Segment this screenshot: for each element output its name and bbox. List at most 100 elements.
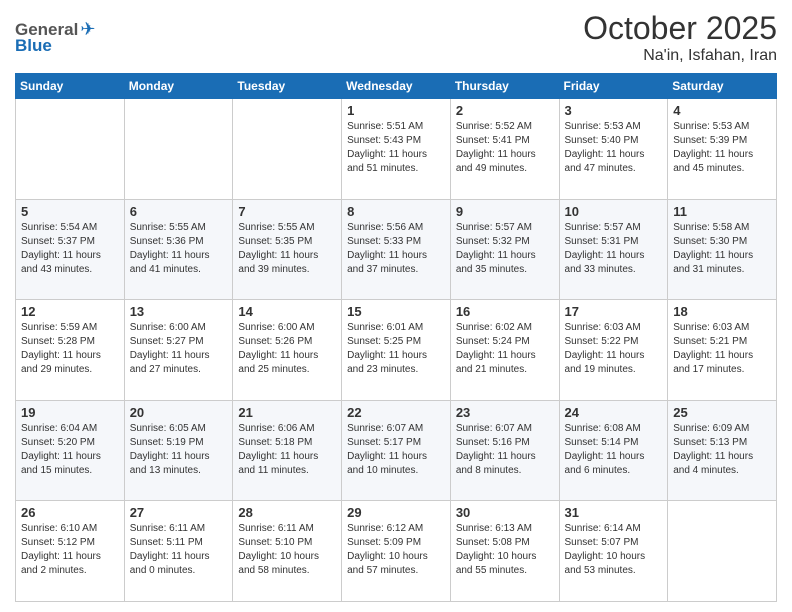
day-number: 21 [238, 405, 336, 420]
day-info: Sunrise: 5:54 AM Sunset: 5:37 PM Dayligh… [21, 221, 119, 277]
day-info: Sunrise: 6:07 AM Sunset: 5:17 PM Dayligh… [347, 422, 445, 478]
day-number: 30 [456, 505, 554, 520]
day-info: Sunrise: 5:53 AM Sunset: 5:40 PM Dayligh… [565, 120, 663, 176]
calendar-cell: 31 Sunrise: 6:14 AM Sunset: 5:07 PM Dayli… [559, 501, 668, 602]
day-number: 12 [21, 304, 119, 319]
day-number: 18 [673, 304, 771, 319]
calendar-day-header: Friday [559, 74, 668, 99]
calendar-cell: 16Sunrise: 6:02 AM Sunset: 5:24 PM Dayli… [450, 300, 559, 401]
logo: General ✈ Blue [15, 19, 95, 56]
calendar-day-header: Saturday [668, 74, 777, 99]
day-number: 14 [238, 304, 336, 319]
calendar-cell: 17Sunrise: 6:03 AM Sunset: 5:22 PM Dayli… [559, 300, 668, 401]
day-info: Sunrise: 5:58 AM Sunset: 5:30 PM Dayligh… [673, 221, 771, 277]
calendar-cell: 21 Sunrise: 6:06 AM Sunset: 5:18 PM Dayli… [233, 400, 342, 501]
day-info: Sunrise: 6:05 AM Sunset: 5:19 PM Dayligh… [130, 422, 228, 478]
day-number: 25 [673, 405, 771, 420]
day-info: Sunrise: 6:00 AM Sunset: 5:26 PM Dayligh… [238, 321, 336, 377]
day-number: 11 [673, 204, 771, 219]
day-info: Sunrise: 5:57 AM Sunset: 5:32 PM Dayligh… [456, 221, 554, 277]
calendar-cell: 12 Sunrise: 5:59 AM Sunset: 5:28 PM Dayli… [16, 300, 125, 401]
page-header: General ✈ Blue October 2025 Na'in, Isfah… [15, 10, 777, 65]
day-info: Sunrise: 5:55 AM Sunset: 5:35 PM Dayligh… [238, 221, 336, 277]
day-number: 2 [456, 103, 554, 118]
calendar-cell: 10 Sunrise: 5:57 AM Sunset: 5:31 PM Dayli… [559, 199, 668, 300]
day-number: 19 [21, 405, 119, 420]
day-info: Sunrise: 5:57 AM Sunset: 5:31 PM Dayligh… [565, 221, 663, 277]
day-info: Sunrise: 5:55 AM Sunset: 5:36 PM Dayligh… [130, 221, 228, 277]
day-number: 26 [21, 505, 119, 520]
calendar-cell: 29Sunrise: 6:12 AM Sunset: 5:09 PM Dayli… [342, 501, 451, 602]
day-number: 8 [347, 204, 445, 219]
calendar-cell [124, 99, 233, 200]
calendar-week-row: 5 Sunrise: 5:54 AM Sunset: 5:37 PM Daylig… [16, 199, 777, 300]
day-number: 9 [456, 204, 554, 219]
day-number: 1 [347, 103, 445, 118]
day-info: Sunrise: 6:14 AM Sunset: 5:07 PM Dayligh… [565, 522, 663, 578]
day-info: Sunrise: 6:09 AM Sunset: 5:13 PM Dayligh… [673, 422, 771, 478]
day-number: 22 [347, 405, 445, 420]
calendar-day-header: Tuesday [233, 74, 342, 99]
title-block: October 2025 Na'in, Isfahan, Iran [583, 10, 777, 65]
day-info: Sunrise: 5:56 AM Sunset: 5:33 PM Dayligh… [347, 221, 445, 277]
calendar-page: General ✈ Blue October 2025 Na'in, Isfah… [0, 0, 792, 612]
calendar-cell: 6 Sunrise: 5:55 AM Sunset: 5:36 PM Daylig… [124, 199, 233, 300]
day-number: 15 [347, 304, 445, 319]
calendar-day-header: Sunday [16, 74, 125, 99]
calendar-week-row: 1 Sunrise: 5:51 AM Sunset: 5:43 PM Daylig… [16, 99, 777, 200]
calendar-cell: 26 Sunrise: 6:10 AM Sunset: 5:12 PM Dayli… [16, 501, 125, 602]
day-info: Sunrise: 6:03 AM Sunset: 5:21 PM Dayligh… [673, 321, 771, 377]
day-info: Sunrise: 6:07 AM Sunset: 5:16 PM Dayligh… [456, 422, 554, 478]
page-title: October 2025 [583, 10, 777, 47]
day-info: Sunrise: 6:04 AM Sunset: 5:20 PM Dayligh… [21, 422, 119, 478]
calendar-cell: 22 Sunrise: 6:07 AM Sunset: 5:17 PM Dayli… [342, 400, 451, 501]
day-info: Sunrise: 6:06 AM Sunset: 5:18 PM Dayligh… [238, 422, 336, 478]
day-number: 4 [673, 103, 771, 118]
calendar-cell: 18 Sunrise: 6:03 AM Sunset: 5:21 PM Dayli… [668, 300, 777, 401]
day-info: Sunrise: 6:08 AM Sunset: 5:14 PM Dayligh… [565, 422, 663, 478]
calendar-cell: 3Sunrise: 5:53 AM Sunset: 5:40 PM Daylig… [559, 99, 668, 200]
calendar-cell: 15Sunrise: 6:01 AM Sunset: 5:25 PM Dayli… [342, 300, 451, 401]
calendar-day-header: Monday [124, 74, 233, 99]
day-info: Sunrise: 5:59 AM Sunset: 5:28 PM Dayligh… [21, 321, 119, 377]
calendar-day-header: Thursday [450, 74, 559, 99]
calendar-header-row: SundayMondayTuesdayWednesdayThursdayFrid… [16, 74, 777, 99]
day-info: Sunrise: 6:03 AM Sunset: 5:22 PM Dayligh… [565, 321, 663, 377]
day-number: 10 [565, 204, 663, 219]
calendar-table: SundayMondayTuesdayWednesdayThursdayFrid… [15, 73, 777, 602]
day-number: 6 [130, 204, 228, 219]
day-info: Sunrise: 6:13 AM Sunset: 5:08 PM Dayligh… [456, 522, 554, 578]
calendar-cell: 19 Sunrise: 6:04 AM Sunset: 5:20 PM Dayli… [16, 400, 125, 501]
calendar-cell: 14 Sunrise: 6:00 AM Sunset: 5:26 PM Dayli… [233, 300, 342, 401]
day-number: 31 [565, 505, 663, 520]
calendar-cell [16, 99, 125, 200]
day-number: 5 [21, 204, 119, 219]
calendar-cell: 23 Sunrise: 6:07 AM Sunset: 5:16 PM Dayli… [450, 400, 559, 501]
day-number: 13 [130, 304, 228, 319]
day-info: Sunrise: 6:02 AM Sunset: 5:24 PM Dayligh… [456, 321, 554, 377]
day-info: Sunrise: 6:11 AM Sunset: 5:11 PM Dayligh… [130, 522, 228, 578]
day-number: 23 [456, 405, 554, 420]
calendar-cell: 4Sunrise: 5:53 AM Sunset: 5:39 PM Daylig… [668, 99, 777, 200]
day-number: 24 [565, 405, 663, 420]
calendar-cell: 20 Sunrise: 6:05 AM Sunset: 5:19 PM Dayli… [124, 400, 233, 501]
calendar-cell [668, 501, 777, 602]
calendar-cell: 28 Sunrise: 6:11 AM Sunset: 5:10 PM Dayli… [233, 501, 342, 602]
day-info: Sunrise: 6:10 AM Sunset: 5:12 PM Dayligh… [21, 522, 119, 578]
day-number: 27 [130, 505, 228, 520]
calendar-cell: 25 Sunrise: 6:09 AM Sunset: 5:13 PM Dayli… [668, 400, 777, 501]
logo-blue-text: Blue [15, 36, 52, 56]
day-info: Sunrise: 6:11 AM Sunset: 5:10 PM Dayligh… [238, 522, 336, 578]
calendar-cell: 2Sunrise: 5:52 AM Sunset: 5:41 PM Daylig… [450, 99, 559, 200]
day-info: Sunrise: 6:00 AM Sunset: 5:27 PM Dayligh… [130, 321, 228, 377]
calendar-week-row: 26 Sunrise: 6:10 AM Sunset: 5:12 PM Dayli… [16, 501, 777, 602]
calendar-cell: 8 Sunrise: 5:56 AM Sunset: 5:33 PM Daylig… [342, 199, 451, 300]
day-info: Sunrise: 5:51 AM Sunset: 5:43 PM Dayligh… [347, 120, 445, 176]
calendar-cell: 24 Sunrise: 6:08 AM Sunset: 5:14 PM Dayli… [559, 400, 668, 501]
calendar-cell: 5 Sunrise: 5:54 AM Sunset: 5:37 PM Daylig… [16, 199, 125, 300]
calendar-cell: 27 Sunrise: 6:11 AM Sunset: 5:11 PM Dayli… [124, 501, 233, 602]
calendar-week-row: 12 Sunrise: 5:59 AM Sunset: 5:28 PM Dayli… [16, 300, 777, 401]
calendar-cell: 7Sunrise: 5:55 AM Sunset: 5:35 PM Daylig… [233, 199, 342, 300]
day-number: 28 [238, 505, 336, 520]
day-number: 20 [130, 405, 228, 420]
